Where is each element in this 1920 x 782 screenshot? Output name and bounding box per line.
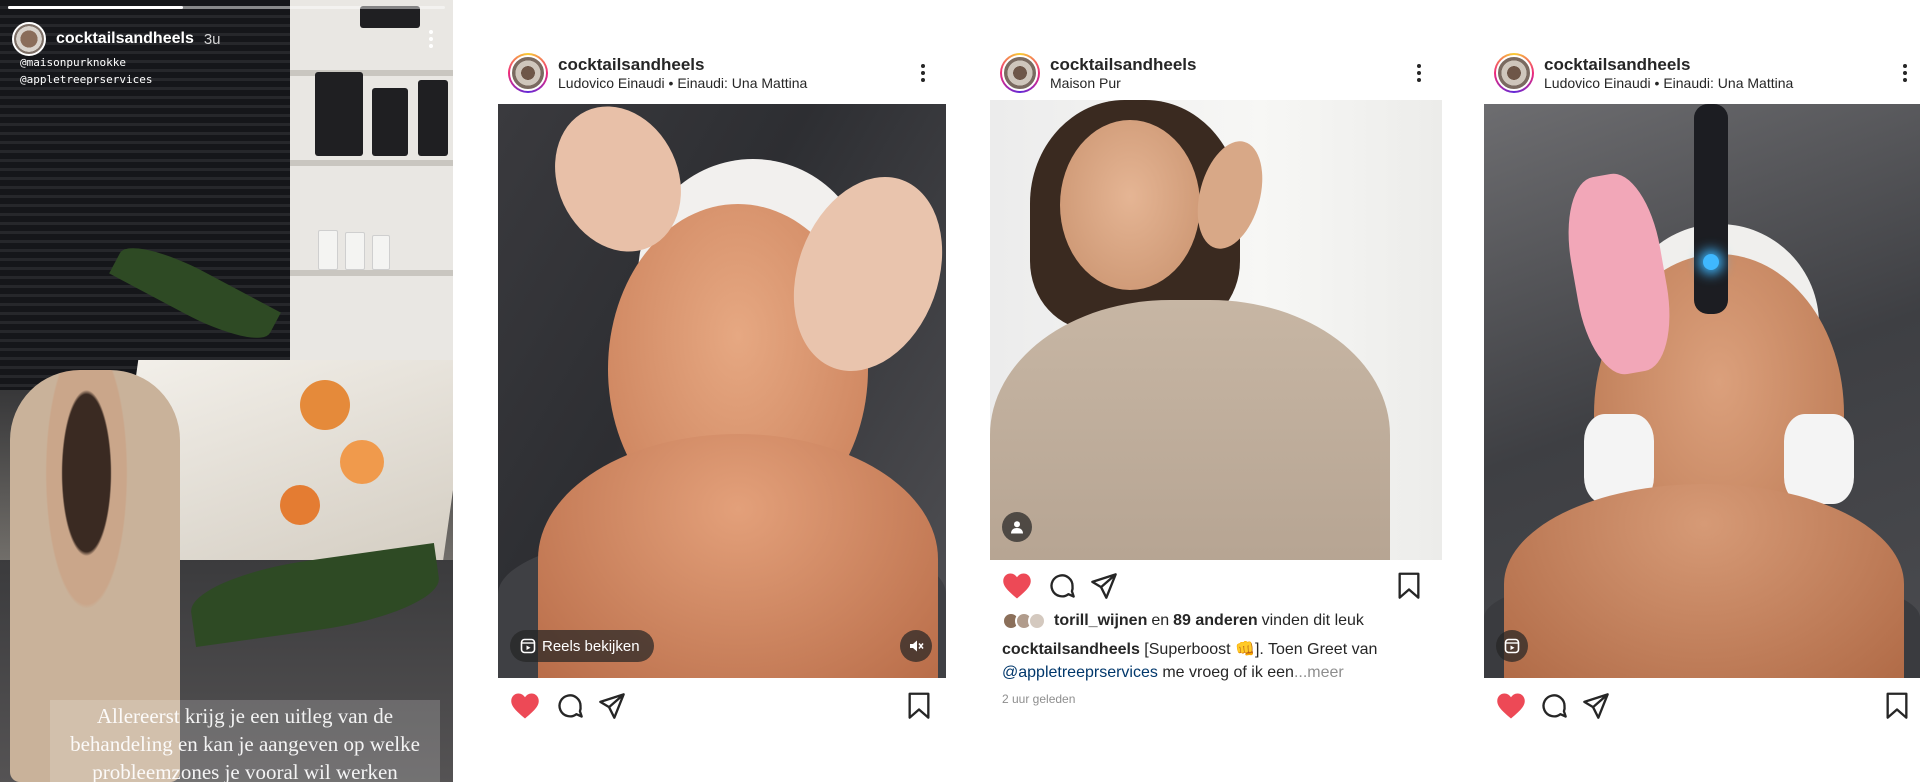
post-actions <box>990 566 1442 606</box>
product-jar <box>315 72 363 156</box>
product-bottle <box>345 232 365 270</box>
shelf <box>290 160 453 166</box>
more-icon[interactable] <box>1900 64 1910 82</box>
caption-text: [Superboost 👊]. Toen Greet van <box>1144 641 1378 658</box>
reels-button[interactable] <box>1496 630 1528 662</box>
shoulders <box>1504 484 1904 678</box>
story-progress-bar <box>8 6 445 9</box>
story-mentions: @maisonpurknokke @appletreeprservices <box>20 54 152 88</box>
story-header: cocktailsandheels 3u <box>12 22 441 56</box>
comment-icon[interactable] <box>556 692 584 720</box>
cardigan <box>990 300 1390 560</box>
post-media-video[interactable]: Reels bekijken <box>498 104 946 678</box>
user-tag-button[interactable] <box>1002 512 1032 542</box>
story-caption-line: probleemzones je vooral wil werken <box>92 760 398 782</box>
product-jar <box>372 88 408 156</box>
post-actions <box>498 686 946 726</box>
mute-button[interactable] <box>900 630 932 662</box>
heart-icon[interactable] <box>1496 692 1526 720</box>
face <box>1060 120 1200 290</box>
post-username[interactable]: cocktailsandheels <box>558 55 807 75</box>
more-icon[interactable] <box>421 30 441 48</box>
reels-button[interactable]: Reels bekijken <box>510 630 654 662</box>
shelf <box>290 270 453 276</box>
more-icon[interactable] <box>1414 64 1424 82</box>
headphone-right <box>1784 414 1854 504</box>
story-panel[interactable]: cocktailsandheels 3u @maisonpurknokke @a… <box>0 0 453 782</box>
device-light <box>1703 254 1719 270</box>
post-username[interactable]: cocktailsandheels <box>1050 55 1196 75</box>
story-caption-line: behandeling en kan je aangeven op welke <box>70 732 420 756</box>
mute-icon <box>910 640 924 652</box>
story-mention[interactable]: @appletreeprservices <box>20 71 152 88</box>
flower <box>280 485 320 525</box>
story-time: 3u <box>203 30 221 48</box>
liked-others[interactable]: 89 anderen <box>1173 612 1257 630</box>
device-pen <box>1694 104 1728 314</box>
caption-username[interactable]: cocktailsandheels <box>1002 641 1140 658</box>
post-location[interactable]: Maison Pur <box>1050 75 1196 92</box>
post-media-photo[interactable] <box>990 100 1442 560</box>
caption-more-link[interactable]: ...meer <box>1294 664 1344 681</box>
reels-icon <box>1504 638 1520 654</box>
share-icon[interactable] <box>598 692 626 720</box>
shelf-wall <box>290 0 453 420</box>
avatar[interactable] <box>508 53 548 93</box>
share-icon[interactable] <box>1582 692 1610 720</box>
bookmark-icon[interactable] <box>1396 572 1422 600</box>
avatar[interactable] <box>1000 53 1040 93</box>
liked-suffix: vinden dit leuk <box>1261 612 1364 629</box>
caption-mention[interactable]: @appletreeprservices <box>1002 664 1158 681</box>
post-card: cocktailsandheels Ludovico Einaudi • Ein… <box>1484 46 1920 746</box>
more-icon[interactable] <box>918 64 928 82</box>
bookmark-icon[interactable] <box>1884 692 1910 720</box>
product-bottle <box>318 230 338 270</box>
post-card: cocktailsandheels Ludovico Einaudi • Ein… <box>498 46 946 746</box>
story-caption: Allereerst krijg je een uitleg van de be… <box>50 700 440 782</box>
share-icon[interactable] <box>1090 572 1118 600</box>
post-card: cocktailsandheels Maison Pur torill_wijn… <box>990 46 1442 716</box>
post-media-video[interactable] <box>1484 104 1920 678</box>
likes-line[interactable]: torill_wijnen en 89 anderen vinden dit l… <box>1002 612 1364 630</box>
flower <box>340 440 384 484</box>
reels-icon <box>520 638 536 654</box>
reels-label: Reels bekijken <box>542 637 640 655</box>
post-actions <box>1484 686 1920 726</box>
post-caption: cocktailsandheels [Superboost 👊]. Toen G… <box>1002 638 1422 684</box>
product-jar <box>418 80 448 156</box>
flower <box>300 380 350 430</box>
post-header: cocktailsandheels Ludovico Einaudi • Ein… <box>498 46 946 100</box>
gloved-hand <box>1557 167 1681 381</box>
liked-conjunction: en <box>1151 612 1170 629</box>
story-caption-line: Allereerst krijg je een uitleg van de <box>96 704 394 728</box>
liked-by-user[interactable]: torill_wijnen <box>1054 612 1147 630</box>
post-audio[interactable]: Ludovico Einaudi • Einaudi: Una Mattina <box>1544 75 1793 92</box>
heart-icon[interactable] <box>510 692 540 720</box>
avatar[interactable] <box>12 22 46 56</box>
story-username[interactable]: cocktailsandheels <box>56 30 194 48</box>
product-bottle <box>372 235 390 270</box>
post-timestamp: 2 uur geleden <box>1002 692 1076 706</box>
caption-rest: me vroeg of ik een <box>1162 664 1294 681</box>
user-tag-icon <box>1011 521 1023 534</box>
bookmark-icon[interactable] <box>906 692 932 720</box>
comment-icon[interactable] <box>1540 692 1568 720</box>
heart-icon[interactable] <box>1002 572 1032 600</box>
post-header: cocktailsandheels Maison Pur <box>990 46 1442 100</box>
story-mention[interactable]: @maisonpurknokke <box>20 54 152 71</box>
post-header: cocktailsandheels Ludovico Einaudi • Ein… <box>1484 46 1920 100</box>
comment-icon[interactable] <box>1048 572 1076 600</box>
post-username[interactable]: cocktailsandheels <box>1544 55 1793 75</box>
post-audio[interactable]: Ludovico Einaudi • Einaudi: Una Mattina <box>558 75 807 92</box>
avatar[interactable] <box>1494 53 1534 93</box>
liker-avatars <box>1002 612 1046 630</box>
